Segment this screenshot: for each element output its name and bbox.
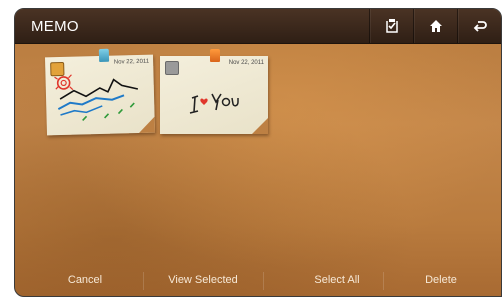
select-mode-button[interactable]: [369, 9, 414, 43]
divider: [263, 272, 264, 290]
home-button[interactable]: [413, 9, 458, 43]
top-bar: MEMO: [15, 9, 501, 44]
memo-note[interactable]: Nov 22, 2011: [160, 49, 268, 134]
app-title: MEMO: [31, 18, 79, 35]
page-curl: [252, 102, 268, 134]
page-curl: [138, 100, 156, 133]
memo-date: Nov 22, 2011: [113, 58, 150, 66]
memo-date: Nov 22, 2011: [228, 60, 264, 66]
memo-app-window: MEMO Nov 22, 2011 Nov 22, 2011 Cancel Vi…: [14, 8, 502, 297]
selection-icon: [386, 19, 398, 33]
memo-drawing: [54, 74, 139, 122]
view-selected-button[interactable]: View Selected: [143, 274, 263, 286]
memo-note[interactable]: Nov 22, 2011: [44, 48, 156, 136]
back-button[interactable]: [457, 9, 501, 43]
home-icon: [430, 20, 442, 32]
memo-handwriting: [189, 93, 239, 114]
cancel-button[interactable]: Cancel: [25, 274, 145, 286]
pin-icon: [98, 48, 110, 63]
pin-icon: [210, 49, 220, 62]
select-all-button[interactable]: Select All: [277, 274, 397, 286]
bottom-action-bar: Cancel View Selected Select All Delete: [15, 266, 501, 296]
delete-button[interactable]: Delete: [381, 274, 501, 286]
back-icon: [473, 21, 487, 32]
